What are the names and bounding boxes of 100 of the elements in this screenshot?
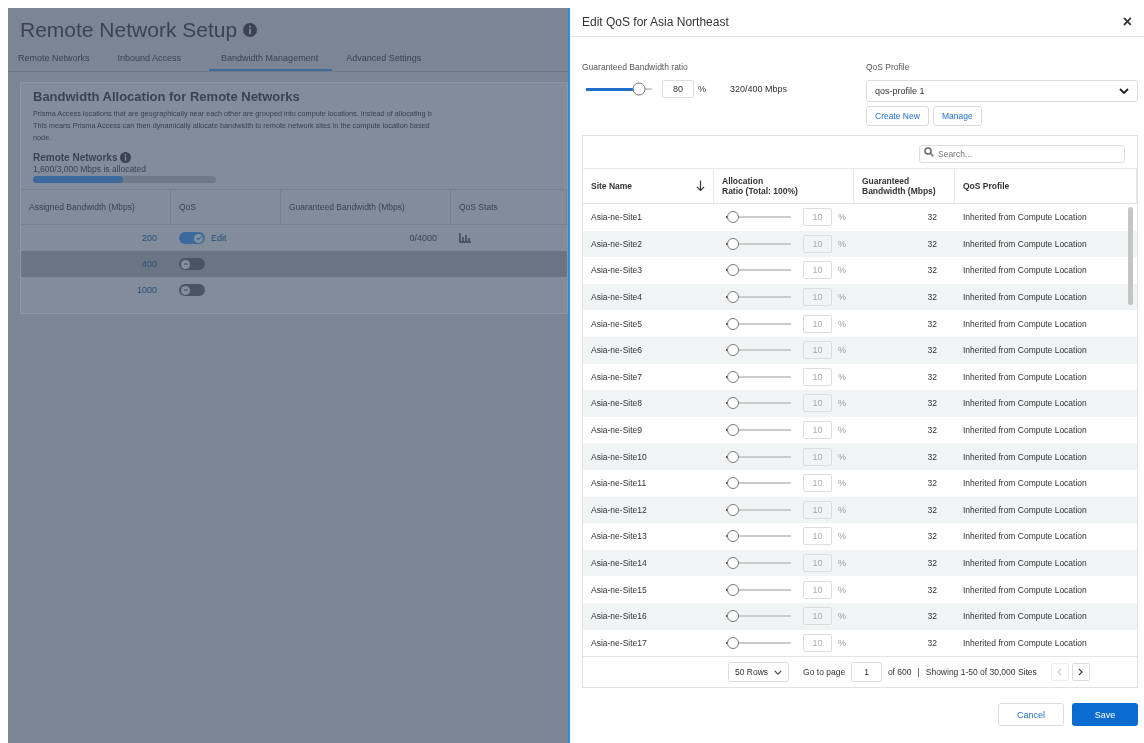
slider-thumb[interactable]	[726, 557, 739, 569]
slider-thumb[interactable]	[726, 317, 739, 330]
ratio-input[interactable]: 10	[803, 554, 832, 572]
slider-thumb[interactable]	[726, 264, 739, 277]
slider-thumb[interactable]	[726, 424, 739, 437]
table-cell: 32	[927, 345, 937, 356]
table-cell: 0/4000	[409, 233, 437, 243]
profile-button[interactable]: Create New	[866, 106, 929, 126]
site-name: Asia-ne-Site14	[591, 558, 647, 568]
scrollbar[interactable]	[1128, 207, 1133, 305]
page-input[interactable]: 1	[851, 662, 882, 683]
table-cell: Inherited from Compute Location	[963, 212, 1087, 223]
slider-thumb[interactable]	[726, 397, 739, 410]
site-name: Asia-ne-Site15	[591, 584, 647, 595]
qos-toggle[interactable]	[179, 284, 205, 296]
table-cell: Inherited from Compute Location	[963, 451, 1087, 462]
table-cell: 32	[927, 558, 937, 568]
table-cell: Inherited from Compute Location	[963, 504, 1087, 515]
bandwidth-link[interactable]: 400	[141, 259, 157, 269]
rows-per-page-dropdown[interactable]: 50 Rows	[728, 662, 790, 683]
table-cell: 32	[927, 318, 937, 329]
slider-thumb[interactable]	[726, 530, 739, 543]
bandwidth-link[interactable]: 200	[141, 233, 157, 243]
ratio-input[interactable]: 10	[803, 607, 832, 626]
table-cell: 32	[927, 504, 937, 515]
section-title: Bandwidth Allocation for Remote Networks	[32, 88, 301, 106]
table-cell: 32	[927, 531, 937, 542]
unit-label: %	[838, 504, 846, 515]
next-page-button[interactable]	[1071, 663, 1090, 682]
sort-down-icon[interactable]	[696, 180, 705, 192]
cancel-button[interactable]: Cancel	[998, 703, 1064, 727]
profile-dropdown[interactable]: qos-profile 1	[866, 80, 1138, 102]
tab[interactable]: Bandwidth Management	[209, 50, 333, 71]
unit-label: %	[838, 584, 846, 595]
slider-thumb[interactable]	[726, 583, 739, 596]
minus-icon	[181, 286, 190, 294]
ratio-input[interactable]: 10	[803, 580, 832, 599]
slider-thumb[interactable]	[726, 636, 739, 649]
search-field[interactable]: Search...	[919, 145, 1125, 163]
allocation-label: Remote Networks	[33, 152, 118, 163]
save-button[interactable]: Save	[1072, 703, 1138, 727]
slider-thumb[interactable]	[726, 237, 739, 250]
ratio-input[interactable]: 10	[803, 261, 832, 280]
check-icon	[194, 234, 203, 242]
ratio-input[interactable]: 10	[803, 447, 832, 466]
unit-label: %	[838, 637, 846, 648]
slider-thumb[interactable]	[726, 450, 739, 463]
slider-thumb[interactable]	[726, 211, 739, 224]
slider-thumb[interactable]	[726, 610, 739, 623]
separator: |	[917, 667, 920, 678]
chevron-left-icon	[1057, 668, 1063, 677]
edit-link[interactable]: Edit	[211, 233, 227, 243]
slider-thumb[interactable]	[726, 503, 739, 516]
unit-label: %	[838, 478, 846, 489]
allocation-reading: 1,600/3,000 Mbps is allocated	[32, 163, 147, 174]
slider-thumb[interactable]	[726, 344, 739, 357]
slider-thumb[interactable]	[726, 291, 739, 304]
table-cell: Inherited from Compute Location	[963, 371, 1087, 382]
ratio-input[interactable]: 10	[803, 394, 832, 413]
slider-thumb[interactable]	[726, 370, 739, 383]
ratio-input[interactable]: 10	[803, 421, 832, 440]
bandwidth-link[interactable]: 1000	[136, 285, 157, 295]
ratio-input[interactable]: 10	[803, 314, 832, 333]
ratio-input[interactable]: 10	[803, 474, 832, 493]
tab[interactable]: Remote Networks	[18, 50, 104, 71]
table-cell: Inherited from Compute Location	[963, 398, 1087, 409]
qos-toggle[interactable]	[179, 258, 205, 270]
site-name: Asia-ne-Site4	[591, 292, 643, 303]
ratio-input[interactable]: 10	[803, 527, 832, 546]
tab[interactable]: Inbound Access	[117, 50, 196, 71]
ratio-input[interactable]: 10	[803, 367, 832, 386]
bar-chart-icon[interactable]	[459, 233, 471, 243]
unit-label: %	[838, 611, 846, 622]
slider-thumb[interactable]	[632, 82, 646, 96]
ratio-input[interactable]: 10	[803, 341, 832, 360]
table-cell: Inherited from Compute Location	[963, 238, 1087, 249]
table-cell: 32	[927, 584, 937, 595]
table-cell: 32	[927, 212, 937, 223]
close-button[interactable]: ×	[1118, 13, 1136, 31]
site-name: Asia-ne-Site1	[591, 212, 643, 223]
profile-button[interactable]: Manage	[932, 106, 982, 126]
chevron-down-icon	[774, 669, 783, 675]
page-title: Remote Network Setup	[20, 18, 238, 42]
bandwidth-reading: 320/400 Mbps	[730, 84, 788, 94]
site-name: Asia-ne-Site10	[591, 451, 647, 462]
ratio-input[interactable]: 10	[803, 208, 832, 227]
column-header[interactable]: Site Name	[591, 181, 633, 191]
column-header: QoS Profile	[963, 181, 1010, 191]
ratio-input[interactable]: 10	[803, 633, 832, 652]
slider-thumb[interactable]	[726, 477, 739, 490]
table-cell: Inherited from Compute Location	[963, 584, 1087, 595]
ratio-input[interactable]: 10	[803, 500, 832, 519]
ratio-input[interactable]: 80	[662, 80, 694, 98]
ratio-input[interactable]: 10	[803, 288, 832, 307]
qos-toggle[interactable]	[179, 232, 205, 244]
site-name: Asia-ne-Site8	[591, 398, 643, 409]
tab[interactable]: Advanced Settings	[346, 50, 436, 71]
ratio-input[interactable]: 10	[803, 234, 832, 253]
unit-label: %	[698, 84, 706, 94]
table-cell: Inherited from Compute Location	[963, 318, 1087, 329]
